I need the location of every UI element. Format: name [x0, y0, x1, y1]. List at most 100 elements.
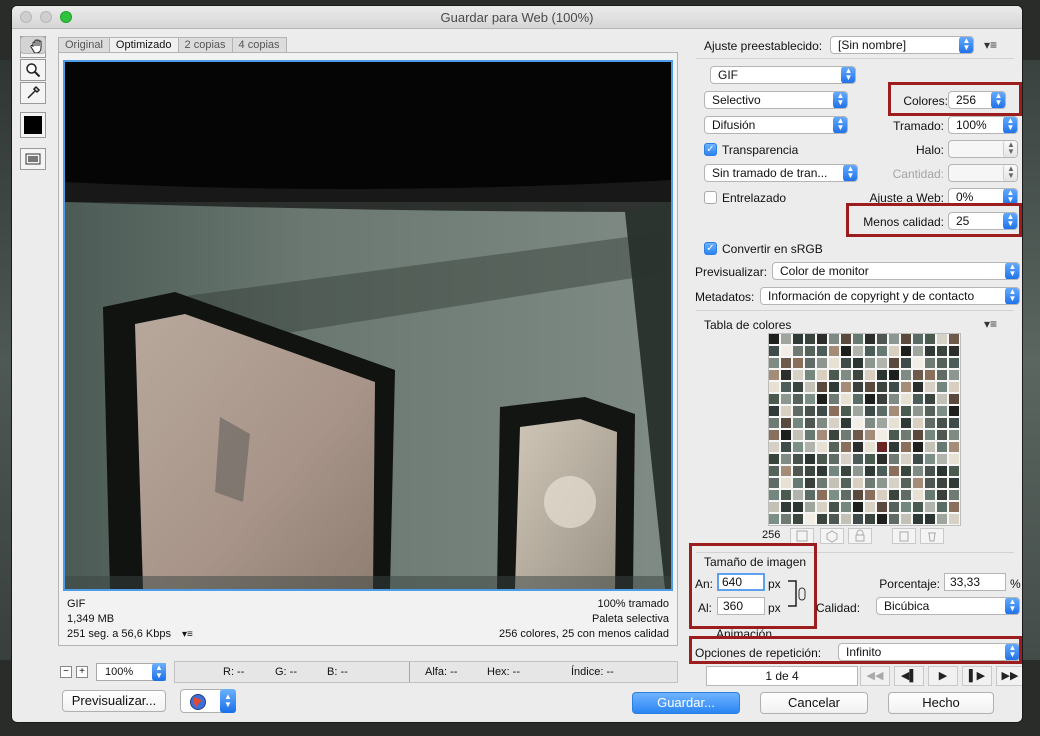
color-swatch[interactable] [805, 514, 815, 524]
metadata-select[interactable]: Información de copyright y de contacto ▲… [760, 287, 1020, 305]
color-swatch[interactable] [805, 394, 815, 404]
color-swatch[interactable] [841, 334, 851, 344]
color-swatch[interactable] [769, 490, 779, 500]
color-swatch[interactable] [817, 394, 827, 404]
color-swatch[interactable] [781, 490, 791, 500]
color-swatch[interactable] [877, 358, 887, 368]
color-swatch[interactable] [793, 382, 803, 392]
color-swatch[interactable] [817, 442, 827, 452]
color-swatch[interactable] [781, 370, 791, 380]
color-swatch[interactable] [925, 382, 935, 392]
color-swatch[interactable] [865, 490, 875, 500]
color-swatch[interactable] [781, 430, 791, 440]
format-select[interactable]: GIF ▲ ▼ [710, 66, 856, 84]
color-swatch[interactable] [805, 466, 815, 476]
zoom-in-button[interactable]: + [76, 666, 88, 678]
color-swatch[interactable] [889, 454, 899, 464]
color-swatch[interactable] [793, 442, 803, 452]
color-swatch[interactable] [793, 430, 803, 440]
color-swatch[interactable] [913, 466, 923, 476]
color-swatch[interactable] [841, 466, 851, 476]
color-swatch[interactable] [889, 358, 899, 368]
color-swatch[interactable] [769, 442, 779, 452]
color-swatch[interactable] [937, 514, 947, 524]
color-swatch[interactable] [769, 358, 779, 368]
color-swatch[interactable] [937, 370, 947, 380]
color-swatch[interactable] [937, 346, 947, 356]
color-swatch[interactable] [889, 478, 899, 488]
color-swatch[interactable] [865, 358, 875, 368]
web-shift-button[interactable] [820, 528, 844, 544]
color-swatch[interactable] [853, 466, 863, 476]
color-swatch[interactable] [877, 370, 887, 380]
color-swatch[interactable] [889, 394, 899, 404]
color-swatch[interactable] [829, 394, 839, 404]
interlaced-checkbox[interactable] [704, 191, 717, 204]
color-swatch[interactable] [805, 442, 815, 452]
color-swatch[interactable] [913, 394, 923, 404]
eyedropper-tool[interactable] [20, 82, 46, 104]
color-swatch[interactable] [889, 466, 899, 476]
preset-select[interactable]: [Sin nombre] ▲ ▼ [830, 36, 974, 54]
eyedropper-color-swatch[interactable] [20, 112, 46, 138]
color-swatch[interactable] [925, 502, 935, 512]
color-swatch[interactable] [865, 346, 875, 356]
color-swatch[interactable] [937, 502, 947, 512]
color-swatch[interactable] [889, 370, 899, 380]
color-swatch[interactable] [781, 466, 791, 476]
color-swatch[interactable] [925, 442, 935, 452]
color-swatch[interactable] [853, 406, 863, 416]
color-swatch[interactable] [949, 382, 959, 392]
convert-srgb-checkbox[interactable]: ✓ [704, 242, 717, 255]
color-swatch[interactable] [769, 382, 779, 392]
matte-select[interactable]: ▲ ▼ [948, 140, 1018, 158]
color-swatch[interactable] [769, 478, 779, 488]
color-swatch[interactable] [889, 490, 899, 500]
color-swatch[interactable] [769, 502, 779, 512]
color-swatch[interactable] [853, 382, 863, 392]
color-swatch[interactable] [841, 406, 851, 416]
color-swatch[interactable] [853, 358, 863, 368]
color-swatch[interactable] [901, 514, 911, 524]
color-swatch[interactable] [829, 454, 839, 464]
color-swatch[interactable] [793, 466, 803, 476]
color-swatch[interactable] [769, 346, 779, 356]
color-swatch[interactable] [937, 430, 947, 440]
color-swatch[interactable] [925, 370, 935, 380]
new-color-button[interactable] [892, 528, 916, 544]
color-swatch[interactable] [913, 454, 923, 464]
color-swatch[interactable] [949, 442, 959, 452]
color-swatch[interactable] [781, 394, 791, 404]
color-swatch[interactable] [901, 502, 911, 512]
first-frame-button[interactable]: ◀◀ [860, 666, 890, 686]
color-swatch[interactable] [901, 466, 911, 476]
color-swatch[interactable] [781, 346, 791, 356]
color-swatch[interactable] [865, 394, 875, 404]
color-swatch[interactable] [865, 370, 875, 380]
color-swatch[interactable] [913, 442, 923, 452]
color-swatch[interactable] [829, 334, 839, 344]
color-swatch[interactable] [769, 394, 779, 404]
resample-quality-select[interactable]: Bicúbica ▲ ▼ [876, 597, 1020, 615]
color-swatch[interactable] [949, 514, 959, 524]
color-swatch[interactable] [901, 454, 911, 464]
color-swatch[interactable] [937, 394, 947, 404]
color-swatch[interactable] [829, 418, 839, 428]
color-swatch[interactable] [793, 334, 803, 344]
color-swatch[interactable] [853, 394, 863, 404]
dither-algorithm-select[interactable]: Difusión ▲ ▼ [704, 116, 848, 134]
color-swatch[interactable] [841, 430, 851, 440]
color-swatch[interactable] [853, 478, 863, 488]
color-swatch[interactable] [817, 406, 827, 416]
color-swatch[interactable] [841, 502, 851, 512]
color-swatch[interactable] [817, 418, 827, 428]
color-swatch[interactable] [841, 454, 851, 464]
color-table[interactable] [768, 333, 961, 526]
color-swatch[interactable] [805, 502, 815, 512]
color-swatch[interactable] [769, 430, 779, 440]
color-swatch[interactable] [949, 466, 959, 476]
color-swatch[interactable] [889, 406, 899, 416]
color-swatch[interactable] [781, 442, 791, 452]
color-swatch[interactable] [793, 418, 803, 428]
color-swatch[interactable] [889, 430, 899, 440]
